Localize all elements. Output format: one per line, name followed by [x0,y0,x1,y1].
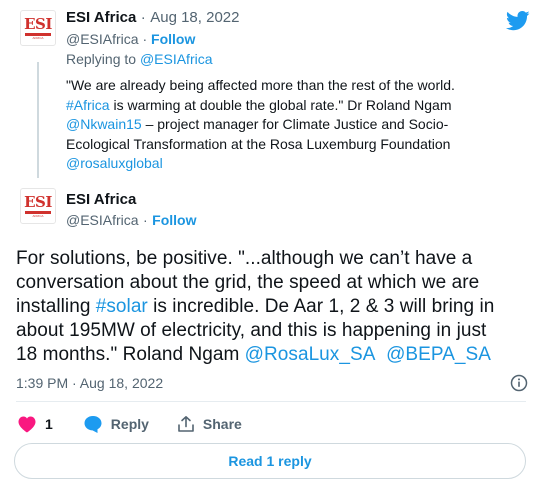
logo-subtext: AFRICA [32,213,44,218]
text-line: @Nkwain15 – project manager for Climate … [66,115,455,135]
twitter-bird-icon[interactable] [506,11,530,31]
text-line: conversation about the grid, the speed a… [16,272,480,293]
replying-to: Replying to @ESIAfrica [66,51,213,67]
divider [16,401,526,402]
tweet-timestamp[interactable]: 1:39 PM · Aug 18, 2022 [16,375,163,391]
share-icon [178,416,194,432]
separator: · [140,9,146,26]
thread-line [37,62,39,178]
text-span: is incredible. De Aar 1, 2 & 3 will brin… [147,296,495,317]
esi-logo: ESI [24,192,52,211]
share-button[interactable]: Share [177,415,242,433]
text-line: about 195MW of electricity, and this is … [16,320,487,341]
like-count: 1 [45,416,53,432]
mention-nkwain[interactable]: @Nkwain15 [66,116,142,132]
like-button[interactable]: 1 [17,415,53,433]
mention-bepa-sa[interactable]: @BEPA_SA [386,344,491,365]
text-line: "We are already being affected more than… [66,77,455,93]
info-icon[interactable] [510,374,528,392]
text-line: #Africa is warming at double the global … [66,96,455,116]
author-handle[interactable]: @ESIAfrica [66,212,139,228]
reply-button[interactable]: Reply [83,415,149,433]
tweet-date[interactable]: Aug 18, 2022 [150,9,239,26]
follow-button[interactable]: Follow [151,31,195,47]
reply-label: Reply [110,416,149,432]
main-avatar[interactable]: ESI AFRICA [20,188,56,224]
mention-rosaluxglobal[interactable]: @rosaluxglobal [66,155,163,171]
replying-to-handle[interactable]: @ESIAfrica [140,51,213,67]
main-tweet-text: For solutions, be positive. "...although… [16,247,494,367]
parent-header: ESI Africa · Aug 18, 2022 [66,9,239,27]
replying-prefix: Replying to [66,51,140,67]
text-span: – project manager for Climate Justice an… [141,116,449,132]
logo-subtext: AFRICA [32,35,44,40]
main-author-name[interactable]: ESI Africa [66,191,136,209]
action-bar: 1 Reply Share [17,415,270,433]
hashtag-africa[interactable]: #Africa [66,97,110,113]
parent-tweet-text: "We are already being affected more than… [66,76,455,174]
separator: · [142,31,148,47]
text-line: For solutions, be positive. "...although… [16,248,473,269]
read-replies-label: Read 1 reply [228,453,312,469]
parent-avatar[interactable]: ESI AFRICA [20,10,56,46]
read-replies-button[interactable]: Read 1 reply [14,443,526,479]
author-name[interactable]: ESI Africa [66,191,136,208]
hashtag-solar[interactable]: #solar [96,296,148,317]
main-handle-row: @ESIAfrica · Follow [66,212,196,230]
heart-icon [18,416,36,433]
text-span: installing [16,296,96,317]
reply-bubble-icon [84,416,102,433]
esi-logo: ESI [24,14,52,33]
text-line: Ecological Transformation at the Rosa Lu… [66,135,451,152]
follow-button[interactable]: Follow [152,212,196,228]
author-name[interactable]: ESI Africa [66,9,136,26]
text-span: 18 months." Roland Ngam [16,344,245,365]
text-line: @rosaluxglobal [66,154,455,174]
share-label: Share [202,416,242,432]
text-line: installing #solar is incredible. De Aar … [16,295,494,319]
mention-rosalux-sa[interactable]: @RosaLux_SA [245,344,376,365]
parent-handle-row: @ESIAfrica · Follow [66,31,195,47]
author-handle[interactable]: @ESIAfrica [66,31,139,47]
text-line: 18 months." Roland Ngam @RosaLux_SA @BEP… [16,343,494,367]
separator: · [143,212,148,228]
text-span: is warming at double the global rate." D… [109,96,452,113]
